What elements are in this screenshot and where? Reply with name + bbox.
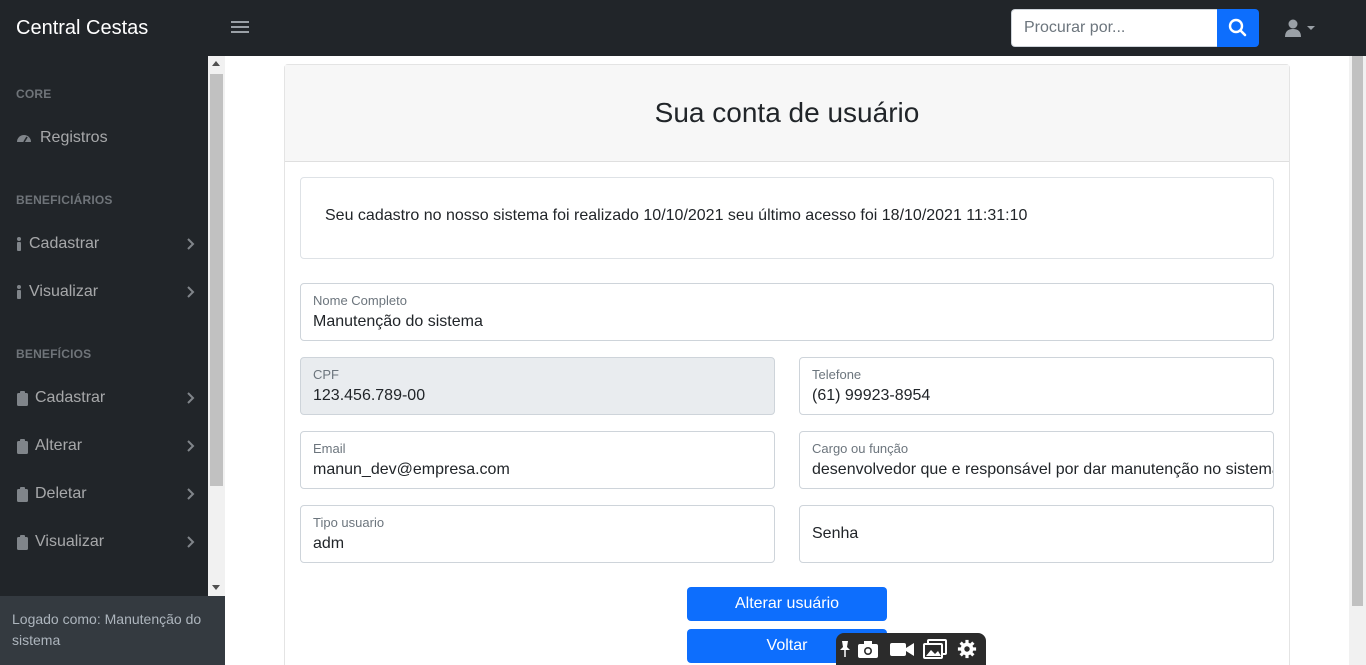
clipboard-icon: [17, 391, 28, 406]
sidebar-item-label: Visualizar: [35, 533, 105, 550]
field-label: Nome Completo: [313, 293, 407, 308]
email-field[interactable]: Email manun_dev@empresa.com: [300, 431, 775, 489]
sidebar-item-beneficios-visualizar[interactable]: Visualizar: [16, 527, 196, 557]
sidebar-item-beneficiarios-visualizar[interactable]: Visualizar: [16, 277, 196, 307]
account-info-box: Seu cadastro no nosso sistema foi realiz…: [300, 177, 1274, 259]
sidebar-item-label: Visualizar: [29, 283, 99, 300]
field-label: Cargo ou função: [812, 441, 909, 456]
capture-toolbar: [836, 633, 986, 665]
field-value: 123.456.789-00: [313, 387, 426, 404]
clipboard-icon: [17, 535, 28, 550]
main-content: Sua conta de usuário Seu cadastro no nos…: [225, 56, 1366, 665]
pin-icon[interactable]: [838, 639, 852, 659]
field-value: Manutenção do sistema: [313, 313, 483, 330]
heading-beneficios: BENEFÍCIOS: [16, 347, 92, 361]
field-value: desenvolvedor que e responsável por dar …: [812, 461, 1273, 478]
account-info-text: Seu cadastro no nosso sistema foi realiz…: [325, 207, 1028, 224]
chevron-right-icon: [187, 392, 195, 404]
field-placeholder: Senha: [812, 525, 859, 542]
alterar-usuario-button[interactable]: Alterar usuário: [687, 587, 887, 621]
user-icon: [1285, 19, 1315, 37]
chevron-right-icon: [187, 238, 195, 250]
sidebar: CORE Registros BENEFICIÁRIOS Cadastrar V…: [0, 56, 225, 665]
scroll-up-arrow-icon[interactable]: [212, 61, 220, 66]
user-menu-dropdown[interactable]: [1285, 18, 1319, 40]
cargo-funcao-field[interactable]: Cargo ou função desenvolvedor que e resp…: [799, 431, 1274, 489]
sidebar-item-label: Deletar: [35, 485, 87, 502]
main-scrollbar[interactable]: [1349, 56, 1366, 665]
camera-icon[interactable]: [857, 639, 879, 659]
sidebar-item-beneficios-cadastrar[interactable]: Cadastrar: [16, 383, 196, 413]
senha-field[interactable]: Senha: [799, 505, 1274, 563]
sidebar-item-label: Alterar: [35, 437, 83, 454]
sidebar-toggle-menu-icon[interactable]: [231, 18, 249, 38]
sidebar-item-label: Cadastrar: [29, 235, 100, 252]
clipboard-icon: [17, 439, 28, 454]
search-icon: [1228, 18, 1247, 37]
sidebar-item-label: Registros: [40, 129, 108, 146]
sidebar-item-registros[interactable]: Registros: [16, 123, 196, 153]
gear-icon[interactable]: [956, 639, 978, 659]
nome-completo-field[interactable]: Nome Completo Manutenção do sistema: [300, 283, 1274, 341]
gallery-icon[interactable]: [923, 639, 947, 659]
video-camera-icon[interactable]: [889, 639, 915, 659]
search-button[interactable]: [1217, 9, 1259, 47]
field-value: adm: [313, 535, 345, 552]
sidebar-item-beneficios-deletar[interactable]: Deletar: [16, 479, 196, 509]
cpf-field: CPF 123.456.789-00: [300, 357, 775, 415]
top-navbar: Central Cestas: [0, 0, 1366, 56]
field-label: Email: [313, 441, 346, 456]
sidebar-nav: CORE Registros BENEFICIÁRIOS Cadastrar V…: [0, 56, 208, 596]
heading-core: CORE: [16, 87, 52, 101]
scrollbar-thumb[interactable]: [210, 74, 223, 486]
scroll-down-arrow-icon[interactable]: [212, 585, 220, 590]
field-label: Tipo usuario: [313, 515, 385, 530]
sidebar-item-beneficios-alterar[interactable]: Alterar: [16, 431, 196, 461]
search-input[interactable]: [1011, 9, 1217, 47]
sidebar-item-label: Cadastrar: [35, 389, 106, 406]
brand-title[interactable]: Central Cestas: [16, 17, 148, 40]
heading-beneficiarios: BENEFICIÁRIOS: [16, 193, 113, 207]
caret-down-icon: [1307, 26, 1315, 30]
chevron-right-icon: [187, 286, 195, 298]
search-form: [1011, 9, 1259, 47]
chevron-right-icon: [187, 536, 195, 548]
sidebar-item-beneficiarios-cadastrar[interactable]: Cadastrar: [16, 229, 196, 259]
field-label: Telefone: [812, 367, 862, 382]
telefone-field[interactable]: Telefone (61) 99923-8954: [799, 357, 1274, 415]
chevron-right-icon: [187, 440, 195, 452]
clipboard-icon: [17, 487, 28, 502]
field-label: CPF: [313, 367, 339, 382]
field-value: manun_dev@empresa.com: [313, 461, 510, 478]
field-value: (61) 99923-8954: [812, 387, 931, 404]
scrollbar-thumb[interactable]: [1352, 56, 1363, 606]
sidebar-footer-logged-user: Logado como: Manutenção do sistema: [0, 596, 225, 665]
tipo-usuario-field[interactable]: Tipo usuario adm: [300, 505, 775, 563]
chevron-right-icon: [187, 488, 195, 500]
tachometer-icon: [17, 135, 31, 143]
sidebar-scrollbar[interactable]: [208, 56, 225, 596]
page-title: Sua conta de usuário: [654, 97, 920, 128]
card-header: Sua conta de usuário: [285, 65, 1289, 162]
